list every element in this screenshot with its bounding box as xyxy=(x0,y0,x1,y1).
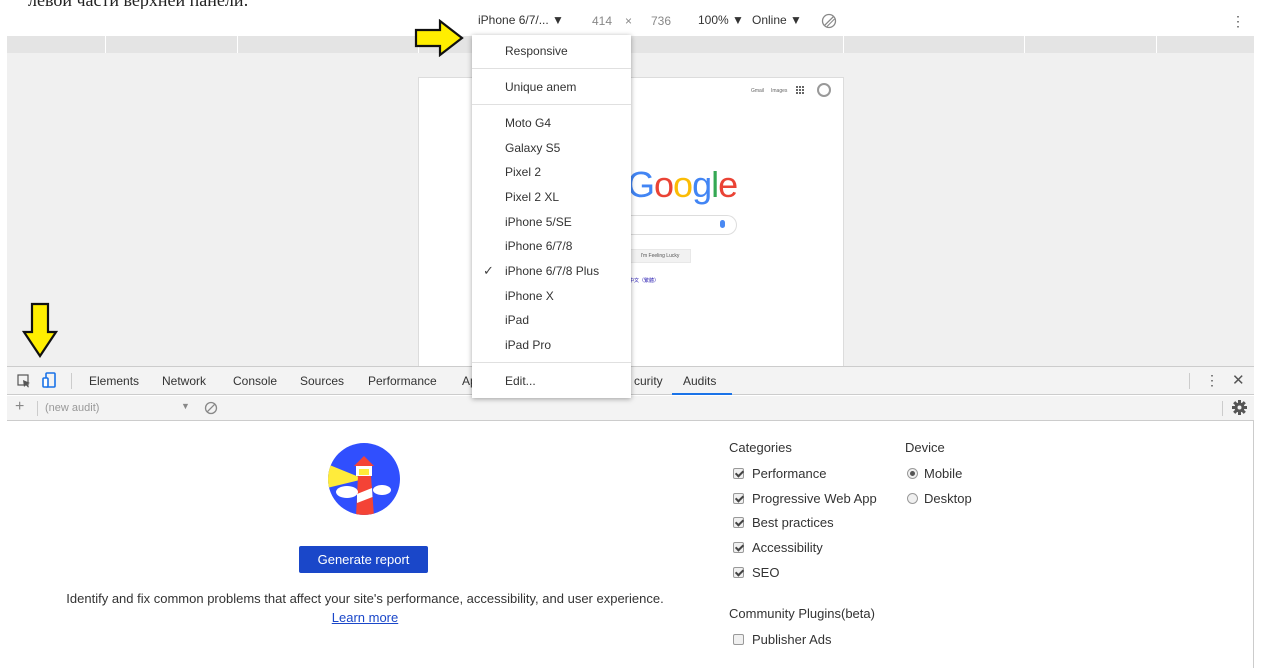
device-label: Desktop xyxy=(924,491,972,506)
menu-item-ipad-pro[interactable]: iPad Pro xyxy=(472,334,631,356)
menu-item-iphone-6-7-8[interactable]: iPhone 6/7/8 xyxy=(472,235,631,257)
menu-item-galaxy-s5[interactable]: Galaxy S5 xyxy=(472,137,631,159)
device-label: Mobile xyxy=(924,466,963,481)
categories-heading: Categories xyxy=(729,440,792,455)
category-accessibility[interactable]: Accessibility xyxy=(733,540,823,555)
plugins-heading: Community Plugins(beta) xyxy=(729,606,875,621)
category-seo[interactable]: SEO xyxy=(733,565,779,580)
microphone-icon[interactable] xyxy=(720,220,725,228)
device-mobile[interactable]: Mobile xyxy=(907,466,962,481)
checkbox[interactable] xyxy=(733,493,744,504)
tab-performance[interactable]: Performance xyxy=(368,374,437,388)
google-logo: Google xyxy=(627,164,738,205)
device-toolbar: iPhone 6/7/... ▼ 414 × 736 100% ▼ Online… xyxy=(0,9,1254,35)
lighthouse-logo xyxy=(328,443,400,515)
rotate-disabled-icon[interactable] xyxy=(820,12,838,30)
close-icon[interactable]: ✕ xyxy=(1232,371,1245,389)
apps-grid-icon[interactable] xyxy=(796,86,804,94)
height-input[interactable]: 736 xyxy=(651,14,671,28)
category-label: Accessibility xyxy=(752,540,823,555)
checkbox[interactable] xyxy=(733,517,744,528)
device-heading: Device xyxy=(905,440,945,455)
checkbox[interactable] xyxy=(733,634,744,645)
checkmark-icon: ✓ xyxy=(483,263,494,278)
category-label: SEO xyxy=(752,565,780,580)
plugin-publisher-ads[interactable]: Publisher Ads xyxy=(733,632,832,647)
screenshot: левой части верхней панели: iPhone 6/7/.… xyxy=(0,0,1261,668)
tab-sources[interactable]: Sources xyxy=(300,374,344,388)
tab-audits[interactable]: Audits xyxy=(683,374,716,388)
menu-item-pixel-2-xl[interactable]: Pixel 2 XL xyxy=(472,186,631,208)
width-input[interactable]: 414 xyxy=(592,14,612,28)
menu-item-pixel-2[interactable]: Pixel 2 xyxy=(472,161,631,183)
menu-item-iphone-6-7-8-plus[interactable]: ✓ iPhone 6/7/8 Plus xyxy=(472,260,631,282)
menu-item-edit[interactable]: Edit... xyxy=(472,370,631,392)
inspect-element-icon[interactable] xyxy=(17,374,31,388)
radio-button[interactable] xyxy=(907,493,918,504)
category-label: Progressive Web App xyxy=(752,491,877,506)
menu-item-ipad[interactable]: iPad xyxy=(472,309,631,331)
menu-item-label: iPhone 6/7/8 Plus xyxy=(505,264,600,278)
checkbox[interactable] xyxy=(733,542,744,553)
device-mode-icon[interactable] xyxy=(42,372,56,388)
audit-select[interactable]: (new audit) xyxy=(45,402,99,414)
device-select[interactable]: iPhone 6/7/... ▼ xyxy=(478,13,564,27)
active-tab-indicator xyxy=(672,393,732,395)
category-best-practices[interactable]: Best practices xyxy=(733,515,834,530)
menu-item-iphone-5-se[interactable]: iPhone 5/SE xyxy=(472,211,631,233)
language-links[interactable]: 中文（繁體） xyxy=(629,277,659,284)
menu-item-responsive[interactable]: Responsive xyxy=(472,40,631,62)
checkbox[interactable] xyxy=(733,567,744,578)
yellow-arrow-right-icon xyxy=(414,19,464,57)
gear-icon[interactable] xyxy=(1231,399,1248,416)
gmail-link[interactable]: Gmail xyxy=(751,88,764,94)
plugin-label: Publisher Ads xyxy=(752,632,832,647)
audits-toolbar: + (new audit) ▼ xyxy=(7,396,1254,421)
images-link[interactable]: Images xyxy=(771,88,787,94)
tab-elements[interactable]: Elements xyxy=(89,374,139,388)
menu-item-iphone-x[interactable]: iPhone X xyxy=(472,285,631,307)
checkbox[interactable] xyxy=(733,468,744,479)
tab-security[interactable]: curity xyxy=(634,374,663,388)
lucky-button[interactable]: I'm Feeling Lucky xyxy=(629,249,691,263)
dimension-separator: × xyxy=(625,14,633,28)
clear-icon[interactable] xyxy=(204,401,218,415)
yellow-arrow-down-icon xyxy=(22,302,58,358)
audits-description: Identify and fix common problems that af… xyxy=(55,589,675,627)
kebab-menu-icon[interactable]: ⋮ xyxy=(1231,13,1245,30)
add-audit-button[interactable]: + xyxy=(15,398,24,416)
throttle-select[interactable]: Online ▼ xyxy=(752,13,802,27)
menu-item-moto-g4[interactable]: Moto G4 xyxy=(472,112,631,134)
radio-button[interactable] xyxy=(907,468,918,479)
device-dropdown-menu: Responsive Unique anem Moto G4 Galaxy S5… xyxy=(472,35,631,398)
learn-more-link[interactable]: Learn more xyxy=(332,610,398,625)
chevron-down-icon[interactable]: ▼ xyxy=(181,401,190,411)
description-text: Identify and fix common problems that af… xyxy=(66,591,664,606)
zoom-select[interactable]: 100% ▼ xyxy=(698,13,744,27)
generate-report-button[interactable]: Generate report xyxy=(299,546,428,573)
category-label: Best practices xyxy=(752,515,834,530)
category-performance[interactable]: Performance xyxy=(733,466,826,481)
category-label: Performance xyxy=(752,466,827,481)
tab-network[interactable]: Network xyxy=(162,374,206,388)
avatar[interactable] xyxy=(817,83,831,97)
device-desktop[interactable]: Desktop xyxy=(907,491,972,506)
kebab-menu-icon[interactable]: ⋮ xyxy=(1205,372,1219,389)
tab-console[interactable]: Console xyxy=(233,374,277,388)
category-pwa[interactable]: Progressive Web App xyxy=(733,491,877,506)
menu-item-unique-anem[interactable]: Unique anem xyxy=(472,76,631,98)
